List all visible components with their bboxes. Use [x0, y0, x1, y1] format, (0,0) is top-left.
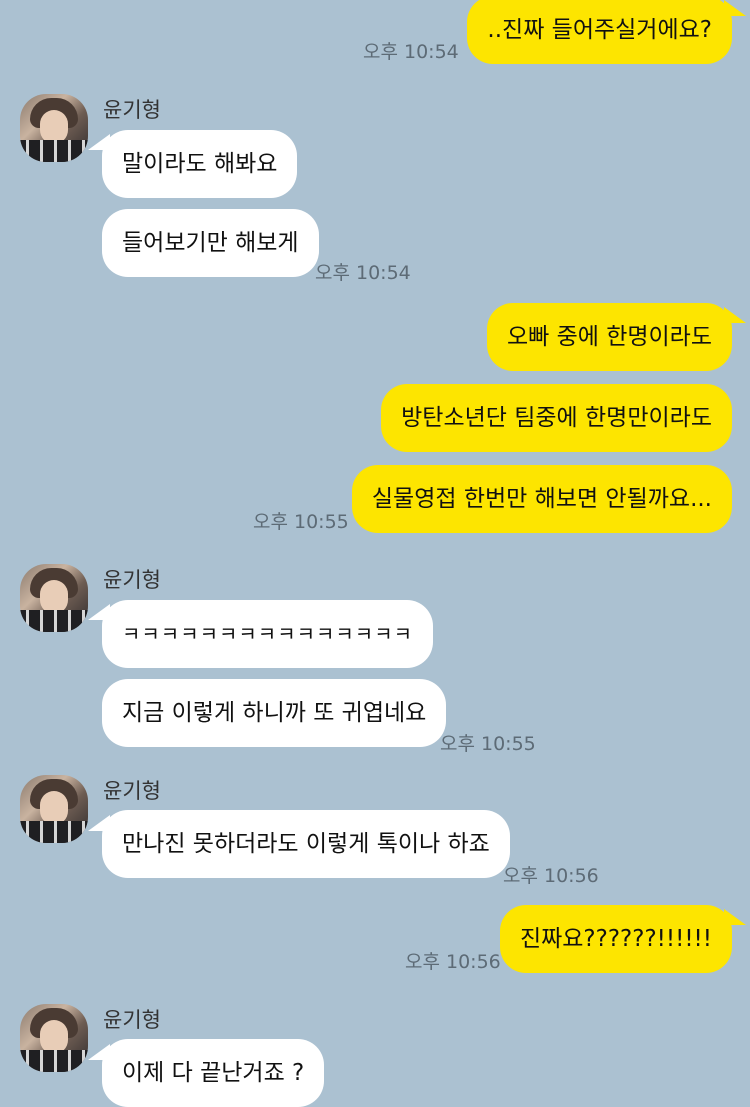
bubble-tail [724, 909, 746, 925]
contact-avatar[interactable] [20, 1004, 88, 1072]
contact-name: 윤기형 [103, 1008, 161, 1032]
contact-name: 윤기형 [103, 779, 161, 803]
avatar-shirt [20, 821, 88, 843]
avatar-shirt [20, 140, 88, 162]
message-bubble-mine[interactable]: 실물영접 한번만 해보면 안될까요... [351, 465, 732, 533]
message-bubble-mine[interactable]: 방탄소년단 팀중에 한명만이라도 [381, 384, 732, 452]
contact-avatar[interactable] [20, 564, 88, 632]
message-timestamp: 오후 10:54 [315, 262, 411, 284]
message-bubble-theirs[interactable]: 이제 다 끝난거죠 ? [102, 1039, 325, 1107]
message-bubble-mine[interactable]: 진짜요??????!!!!!! [499, 905, 732, 973]
avatar-shirt [20, 610, 88, 632]
avatar-face [40, 1020, 68, 1054]
contact-name: 윤기형 [103, 98, 161, 122]
message-timestamp: 오후 10:55 [253, 511, 349, 533]
message-timestamp: 오후 10:56 [503, 865, 599, 887]
message-bubble-theirs[interactable]: 지금 이렇게 하니까 또 귀엽네요 [102, 679, 447, 747]
contact-name: 윤기형 [103, 568, 161, 592]
message-bubble-mine[interactable]: ..진짜 들어주실거에요? [467, 0, 732, 64]
message-bubble-theirs[interactable]: 만나진 못하더라도 이렇게 톡이나 하죠 [102, 810, 510, 878]
bubble-tail [724, 0, 746, 16]
message-timestamp: 오후 10:56 [405, 951, 501, 973]
bubble-tail [724, 307, 746, 323]
contact-avatar[interactable] [20, 775, 88, 843]
contact-avatar[interactable] [20, 94, 88, 162]
message-bubble-mine[interactable]: 오빠 중에 한명이라도 [486, 303, 732, 371]
message-timestamp: 오후 10:55 [440, 733, 536, 755]
message-timestamp: 오후 10:54 [363, 41, 459, 63]
avatar-face [40, 110, 68, 144]
avatar-face [40, 791, 68, 825]
message-bubble-theirs[interactable]: 말이라도 해봐요 [102, 130, 298, 198]
message-bubble-theirs[interactable]: ㅋㅋㅋㅋㅋㅋㅋㅋㅋㅋㅋㅋㅋㅋㅋ [102, 600, 433, 668]
avatar-shirt [20, 1050, 88, 1072]
avatar-face [40, 580, 68, 614]
message-bubble-theirs[interactable]: 들어보기만 해보게 [102, 209, 319, 277]
